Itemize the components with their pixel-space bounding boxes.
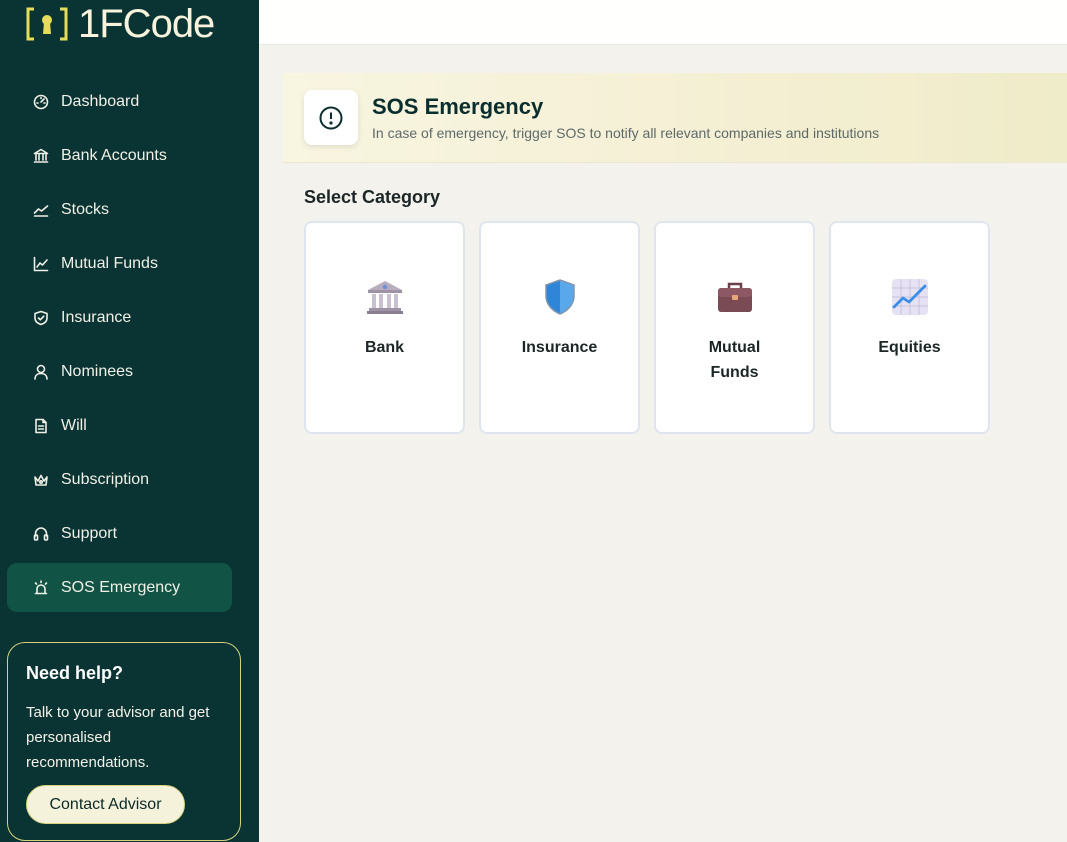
category-card-insurance[interactable]: Insurance — [479, 221, 640, 434]
keyhole-logo-icon — [26, 7, 68, 41]
sidebar-item-label: Stocks — [61, 200, 110, 218]
brand-logo[interactable]: 1FCode — [26, 2, 215, 46]
crown-icon — [33, 472, 49, 488]
section-title: Select Category — [304, 187, 441, 207]
sidebar-item-sos-emergency[interactable]: SOS Emergency — [7, 563, 232, 612]
sidebar-item-support[interactable]: Support — [7, 509, 232, 558]
bank-icon — [33, 148, 49, 164]
help-card: Need help? Talk to your advisor and get … — [7, 642, 241, 841]
category-label: Insurance — [521, 339, 598, 356]
chart-icon — [33, 256, 49, 272]
category-card-bank[interactable]: Bank — [304, 221, 465, 434]
sidebar-item-insurance[interactable]: Insurance — [7, 293, 232, 342]
headset-icon — [33, 526, 49, 542]
help-title: Need help? — [26, 663, 124, 683]
stocks-icon — [33, 202, 49, 218]
page-header: SOS Emergency In case of emergency, trig… — [283, 73, 1067, 163]
page-subtitle: In case of emergency, trigger SOS to not… — [372, 125, 880, 141]
sidebar-item-label: Insurance — [61, 308, 132, 326]
category-label: Equities — [878, 339, 941, 356]
sidebar-nav: Dashboard Bank Accounts Stocks Mutual Fu… — [7, 77, 232, 617]
sidebar-item-label: Dashboard — [61, 92, 140, 110]
sidebar-item-label: Support — [61, 524, 118, 542]
chart-up-icon — [890, 277, 930, 317]
user-icon — [33, 364, 49, 380]
sidebar: 1FCode Dashboard Bank Accounts Stocks Mu… — [0, 0, 259, 842]
contact-advisor-button[interactable]: Contact Advisor — [26, 785, 185, 824]
sidebar-item-bank-accounts[interactable]: Bank Accounts — [7, 131, 232, 180]
sidebar-item-subscription[interactable]: Subscription — [7, 455, 232, 504]
help-text: Talk to your advisor and get personalise… — [26, 704, 210, 771]
sidebar-item-nominees[interactable]: Nominees — [7, 347, 232, 396]
sidebar-item-stocks[interactable]: Stocks — [7, 185, 232, 234]
alarm-icon — [33, 579, 49, 596]
category-label: Bank — [364, 339, 405, 356]
shield-icon — [33, 310, 49, 326]
bank-building-icon — [365, 277, 405, 317]
category-card-equities[interactable]: Equities — [829, 221, 990, 434]
brand-name: 1FCode — [78, 2, 215, 46]
sidebar-item-label: Will — [61, 416, 87, 434]
briefcase-icon — [715, 277, 755, 317]
document-icon — [33, 418, 49, 434]
sidebar-item-mutual-funds[interactable]: Mutual Funds — [7, 239, 232, 288]
category-card-mutual-funds[interactable]: Mutual Funds — [654, 221, 815, 434]
sidebar-item-label: Subscription — [61, 470, 150, 488]
alert-circle-icon — [304, 90, 358, 145]
sidebar-item-label: SOS Emergency — [61, 578, 181, 596]
sidebar-item-will[interactable]: Will — [7, 401, 232, 450]
sidebar-item-label: Bank Accounts — [61, 146, 167, 164]
sidebar-item-label: Mutual Funds — [61, 254, 158, 272]
category-label: Mutual Funds — [708, 339, 761, 381]
top-bar — [259, 0, 1067, 45]
page-title: SOS Emergency — [372, 94, 544, 119]
sidebar-item-dashboard[interactable]: Dashboard — [7, 77, 232, 126]
dashboard-icon — [33, 94, 49, 110]
sidebar-item-label: Nominees — [61, 362, 134, 380]
category-grid: Bank Insurance Mutual Funds Equities — [304, 221, 1004, 434]
shield-icon — [540, 277, 580, 317]
